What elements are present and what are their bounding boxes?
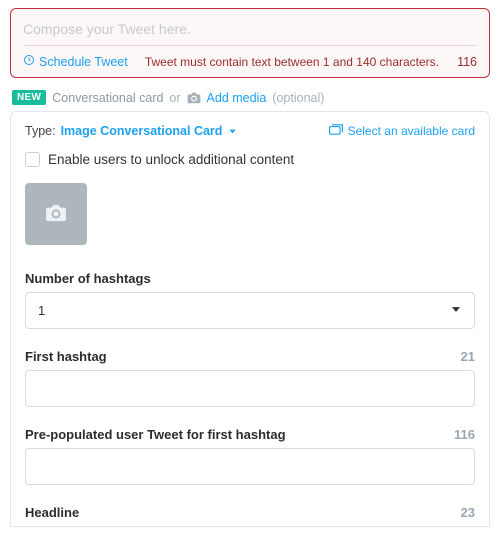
- compose-card: Schedule Tweet Tweet must contain text b…: [10, 8, 490, 78]
- first-hashtag-counter: 21: [461, 349, 475, 364]
- select-card-label: Select an available card: [348, 124, 475, 138]
- card-top-row: Type: Image Conversational Card Select a…: [25, 124, 475, 138]
- number-of-hashtags-label: Number of hashtags: [25, 271, 475, 286]
- new-badge: NEW: [12, 90, 46, 105]
- or-text: or: [169, 91, 180, 105]
- image-upload-thumbnail[interactable]: [25, 183, 87, 245]
- compose-char-count: 116: [453, 55, 477, 69]
- prepop-label: Pre-populated user Tweet for first hasht…: [25, 427, 286, 442]
- compose-input[interactable]: [23, 19, 477, 43]
- conversational-card-panel: Type: Image Conversational Card Select a…: [10, 111, 490, 527]
- media-options-row: NEW Conversational card or Add media (op…: [0, 90, 500, 111]
- prepop-counter: 116: [454, 427, 475, 442]
- enable-unlock-checkbox[interactable]: [25, 152, 40, 167]
- type-value: Image Conversational Card: [61, 124, 223, 138]
- compose-error-text: Tweet must contain text between 1 and 14…: [145, 55, 439, 69]
- schedule-tweet-label: Schedule Tweet: [39, 55, 128, 69]
- first-hashtag-input[interactable]: [25, 370, 475, 407]
- enable-unlock-row: Enable users to unlock additional conten…: [25, 152, 475, 167]
- prepop-label-row: Pre-populated user Tweet for first hasht…: [25, 427, 475, 442]
- prepop-input[interactable]: [25, 448, 475, 485]
- headline-label-row: Headline 23: [25, 505, 475, 520]
- compose-footer: Schedule Tweet Tweet must contain text b…: [23, 45, 477, 69]
- camera-icon: [45, 204, 67, 225]
- card-type-selector[interactable]: Type: Image Conversational Card: [25, 124, 238, 138]
- optional-text: (optional): [272, 91, 324, 105]
- select-available-card-link[interactable]: Select an available card: [329, 124, 475, 138]
- number-of-hashtags-select[interactable]: [25, 292, 475, 329]
- add-media-link[interactable]: Add media: [207, 91, 267, 105]
- number-of-hashtags-field-wrap: [25, 292, 475, 329]
- cards-icon: [329, 124, 343, 138]
- headline-label: Headline: [25, 505, 79, 520]
- enable-unlock-label: Enable users to unlock additional conten…: [48, 152, 294, 167]
- first-hashtag-label-row: First hashtag 21: [25, 349, 475, 364]
- clock-icon: [23, 54, 35, 69]
- first-hashtag-label: First hashtag: [25, 349, 107, 364]
- headline-counter: 23: [461, 505, 475, 520]
- conversational-card-label: Conversational card: [52, 91, 163, 105]
- type-label: Type:: [25, 124, 56, 138]
- schedule-tweet-link[interactable]: Schedule Tweet: [23, 54, 128, 69]
- chevron-down-icon: [227, 126, 238, 137]
- camera-icon: [187, 92, 201, 104]
